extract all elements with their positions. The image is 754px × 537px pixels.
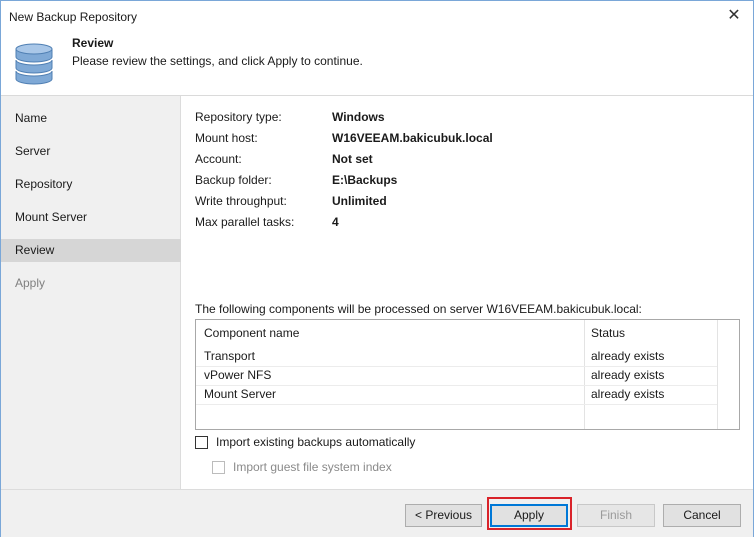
close-icon: ✕ xyxy=(727,7,741,24)
apply-highlight-annotation xyxy=(487,497,572,530)
summary-value: 4 xyxy=(332,215,339,229)
summary-value: Unlimited xyxy=(332,194,387,208)
component-name: vPower NFS xyxy=(204,368,272,382)
sidebar-item-mount-server[interactable]: Mount Server xyxy=(1,206,181,229)
table-header: Component name Status xyxy=(196,320,739,345)
previous-button[interactable]: < Previous xyxy=(405,504,482,527)
finish-button: Finish xyxy=(577,504,655,527)
table-row[interactable]: vPower NFS already exists xyxy=(196,366,739,385)
components-caption: The following components will be process… xyxy=(195,302,642,316)
column-header-component[interactable]: Component name xyxy=(204,326,299,340)
sidebar-item-name[interactable]: Name xyxy=(1,107,181,130)
title-bar: New Backup Repository ✕ xyxy=(1,1,753,31)
sidebar-item-repository[interactable]: Repository xyxy=(1,173,181,196)
summary-label: Repository type: xyxy=(195,110,282,124)
wizard-footer: < Previous Apply Finish Cancel xyxy=(1,489,753,537)
close-button[interactable]: ✕ xyxy=(719,3,749,27)
summary-value: Not set xyxy=(332,152,373,166)
component-name: Transport xyxy=(204,349,255,363)
components-table[interactable]: Component name Status Transport already … xyxy=(195,319,740,430)
summary-label: Backup folder: xyxy=(195,173,272,187)
component-name: Mount Server xyxy=(204,387,277,401)
window-title: New Backup Repository xyxy=(9,10,138,24)
row-divider xyxy=(196,404,717,405)
summary-label: Write throughput: xyxy=(195,194,287,208)
summary-label: Max parallel tasks: xyxy=(195,215,295,229)
wizard-window: New Backup Repository ✕ Review Please re… xyxy=(0,0,754,537)
wizard-steps-sidebar: Name Server Repository Mount Server Revi… xyxy=(1,96,181,490)
import-existing-label: Import existing backups automatically xyxy=(216,435,416,449)
column-header-status[interactable]: Status xyxy=(591,326,625,340)
table-row[interactable]: Transport already exists xyxy=(196,347,739,366)
component-status: already exists xyxy=(591,387,665,401)
summary-label: Mount host: xyxy=(195,131,258,145)
summary-value: Windows xyxy=(332,110,385,124)
component-status: already exists xyxy=(591,349,665,363)
import-existing-option[interactable]: Import existing backups automatically xyxy=(195,435,415,449)
step-subtitle: Please review the settings, and click Ap… xyxy=(72,54,363,68)
import-guest-checkbox xyxy=(212,460,225,474)
summary-label: Account: xyxy=(195,152,242,166)
step-title: Review xyxy=(72,36,114,50)
summary-value: W16VEEAM.bakicubuk.local xyxy=(332,131,493,145)
import-guest-option: Import guest file system index xyxy=(212,460,392,474)
cancel-button[interactable]: Cancel xyxy=(663,504,741,527)
table-row[interactable]: Mount Server already exists xyxy=(196,385,739,404)
sidebar-item-server[interactable]: Server xyxy=(1,140,181,163)
sidebar-item-review[interactable]: Review xyxy=(1,239,181,262)
wizard-header: Review Please review the settings, and c… xyxy=(1,31,753,95)
sidebar-item-apply: Apply xyxy=(15,276,46,290)
summary-value: E:\Backups xyxy=(332,173,398,187)
component-status: already exists xyxy=(591,368,665,382)
import-guest-label: Import guest file system index xyxy=(233,460,392,474)
import-existing-checkbox[interactable] xyxy=(195,435,208,449)
database-icon xyxy=(15,43,53,85)
